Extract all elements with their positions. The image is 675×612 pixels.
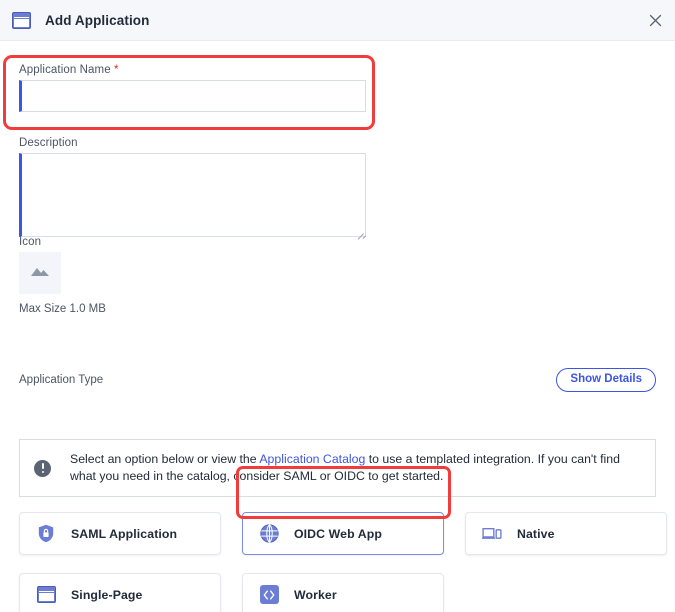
application-name-label-text: Application Name — [19, 64, 111, 76]
banner-text-before: Select an option below or view the — [70, 452, 259, 466]
required-marker: * — [114, 64, 119, 76]
max-size-text: Max Size 1.0 MB — [19, 303, 106, 315]
card-label: Single-Page — [71, 588, 142, 602]
card-label: SAML Application — [71, 527, 177, 541]
card-label: Worker — [294, 588, 337, 602]
icon-upload-field: Icon Max Size 1.0 MB — [19, 236, 106, 315]
application-type-label: Application Type — [19, 374, 103, 386]
icon-label: Icon — [19, 236, 106, 248]
card-native[interactable]: Native — [465, 512, 667, 555]
close-icon[interactable] — [646, 11, 664, 29]
icon-upload-box[interactable] — [19, 252, 61, 294]
window-icon — [36, 585, 56, 605]
application-name-label: Application Name * — [19, 64, 366, 76]
code-brackets-icon — [259, 585, 279, 605]
devices-icon — [482, 524, 502, 544]
window-icon — [12, 12, 31, 29]
card-label: Native — [517, 527, 555, 541]
card-saml-application[interactable]: SAML Application — [19, 512, 221, 555]
application-type-header: Application Type Show Details — [19, 368, 656, 392]
image-placeholder-icon — [30, 264, 50, 283]
dialog-title: Add Application — [45, 13, 150, 28]
shield-lock-icon — [36, 524, 56, 544]
description-label: Description — [19, 137, 366, 149]
description-field: Description — [19, 137, 366, 237]
card-label: OIDC Web App — [294, 527, 382, 541]
application-catalog-link[interactable]: Application Catalog — [259, 452, 365, 466]
application-type-cards: SAML Application OIDC Web App — [19, 512, 656, 612]
globe-icon — [259, 524, 279, 544]
add-application-dialog: Add Application Application Name * Descr… — [0, 0, 675, 612]
info-banner-text: Select an option below or view the Appli… — [70, 451, 641, 486]
card-worker[interactable]: Worker — [242, 573, 444, 612]
application-name-input[interactable] — [19, 80, 366, 112]
card-single-page[interactable]: Single-Page — [19, 573, 221, 612]
info-banner: Select an option below or view the Appli… — [19, 439, 656, 497]
info-icon — [34, 460, 51, 477]
application-name-field: Application Name * — [19, 64, 366, 112]
show-details-button[interactable]: Show Details — [556, 368, 656, 392]
description-textarea[interactable] — [19, 153, 366, 237]
dialog-header: Add Application — [0, 0, 675, 41]
card-oidc-web-app[interactable]: OIDC Web App — [242, 512, 444, 555]
